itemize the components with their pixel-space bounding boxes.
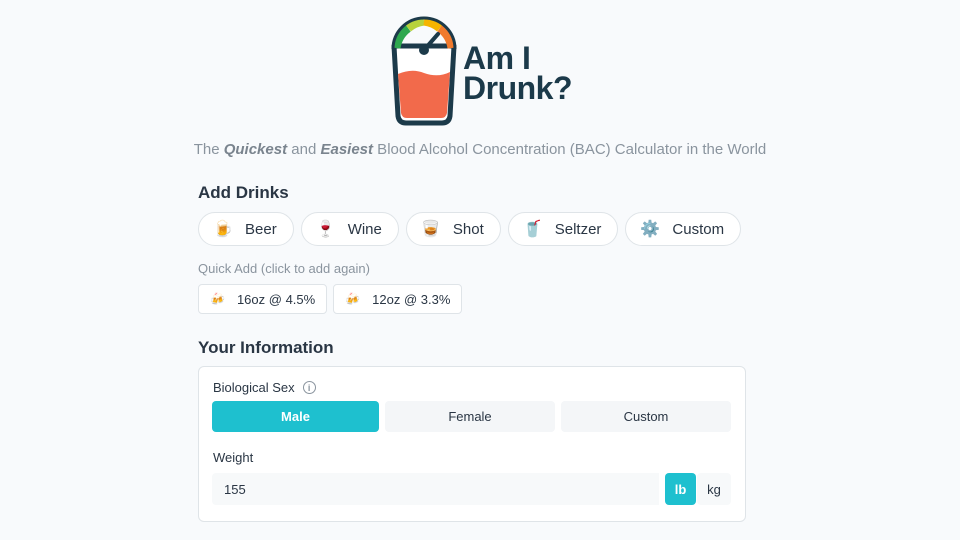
add-beer-label: Beer (245, 220, 277, 238)
wine-glass-icon: 🍷 (315, 221, 336, 238)
add-wine-label: Wine (347, 220, 382, 238)
beer-cheers-icon: 🍻 (210, 292, 225, 306)
weight-label: Weight (213, 450, 254, 465)
quick-add-item[interactable]: 🍻 16oz @ 4.5% (198, 284, 328, 314)
quick-add-item-label: 16oz @ 4.5% (236, 291, 316, 307)
unit-kg-button[interactable]: kg (697, 473, 731, 505)
shot-glass-icon: 🥃 (420, 221, 441, 238)
quick-add-item[interactable]: 🍻 12oz @ 3.3% (333, 284, 463, 314)
your-information-card: Biological Sex i Male Female Custom Weig… (198, 366, 746, 522)
add-seltzer-button[interactable]: 🥤 Seltzer (507, 212, 619, 246)
add-seltzer-label: Seltzer (554, 220, 602, 238)
tagline-pre: The (193, 141, 224, 158)
sex-option-female[interactable]: Female (385, 401, 555, 432)
add-custom-label: Custom (672, 220, 725, 238)
beer-cheers-icon: 🍻 (345, 292, 361, 306)
drink-type-buttons: 🍺 Beer 🍷 Wine 🥃 Shot 🥤 Seltzer ⚙️ Custom (198, 212, 742, 246)
biological-sex-selector: Male Female Custom (212, 401, 731, 432)
add-shot-button[interactable]: 🥃 Shot (405, 212, 501, 246)
weight-input[interactable] (212, 473, 659, 505)
tagline-quickest: Quickest (223, 141, 288, 158)
add-shot-label: Shot (452, 220, 484, 238)
biological-sex-label: Biological Sex i (213, 380, 316, 395)
add-drinks-heading: Add Drinks (198, 183, 289, 202)
tagline: The Quickest and Easiest Blood Alcohol C… (0, 141, 960, 158)
beer-mug-icon: 🍺 (213, 221, 233, 238)
your-information-heading: Your Information (198, 338, 334, 357)
app-logo: Am I Drunk? (388, 16, 573, 128)
seltzer-can-icon: 🥤 (522, 221, 543, 238)
add-beer-button[interactable]: 🍺 Beer (198, 212, 294, 246)
tagline-easiest: Easiest (320, 141, 374, 158)
quick-add-item-label: 12oz @ 3.3% (372, 291, 451, 307)
add-wine-button[interactable]: 🍷 Wine (300, 212, 399, 246)
logo-line-2: Drunk? (463, 70, 573, 106)
gear-icon: ⚙️ (640, 221, 661, 238)
quick-add-list: 🍻 16oz @ 4.5% 🍻 12oz @ 3.3% (198, 284, 463, 314)
gauge-cup-icon (391, 16, 457, 126)
tagline-post: Blood Alcohol Concentration (BAC) Calcul… (373, 141, 767, 158)
logo-line-1: Am I (463, 40, 531, 76)
quick-add-label: Quick Add (click to add again) (198, 261, 370, 276)
sex-option-custom[interactable]: Custom (561, 401, 731, 432)
unit-lb-button[interactable]: lb (665, 473, 696, 505)
logo-wordmark: Am I Drunk? (463, 40, 573, 106)
info-icon[interactable]: i (302, 381, 316, 394)
add-custom-drink-button[interactable]: ⚙️ Custom (625, 212, 742, 246)
tagline-mid: and (287, 141, 321, 158)
sex-option-male[interactable]: Male (212, 401, 379, 432)
biological-sex-label-text: Biological Sex (213, 380, 295, 395)
